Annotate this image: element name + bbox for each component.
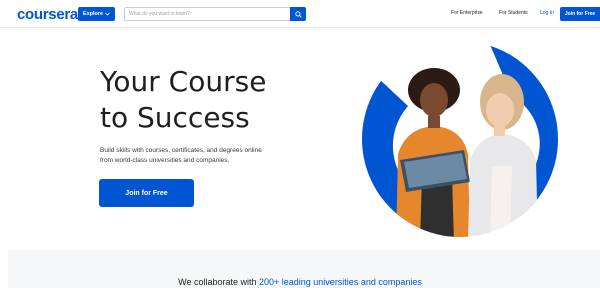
explore-button[interactable]: Explore [78, 7, 115, 21]
search-input[interactable] [129, 8, 287, 20]
search-box [124, 7, 290, 21]
login-link[interactable]: Log In [540, 10, 554, 16]
hero-title: Your Course to Success [100, 64, 266, 136]
join-for-free-header-button[interactable]: Join for Free [560, 7, 600, 21]
for-students-link[interactable]: For Students [499, 10, 528, 16]
hero-subtitle: Build skills with courses, certificates,… [100, 146, 310, 166]
search-icon [294, 10, 302, 18]
chevron-down-icon [105, 12, 110, 16]
coursera-logo[interactable]: coursera [17, 6, 78, 23]
hero-title-line-1: Your Course [100, 65, 267, 98]
page: coursera Explore For Enterprise For Stud… [0, 0, 600, 288]
for-enterprise-link[interactable]: For Enterprise [451, 10, 483, 16]
hero-title-line-2: to Success [100, 101, 250, 134]
hero-illustration [362, 41, 558, 237]
hero-subtitle-line-1: Build skills with courses, certificates,… [100, 147, 262, 154]
join-for-free-hero-button[interactable]: Join for Free [99, 179, 194, 207]
partners-heading: We collaborate with 200+ leading univers… [0, 277, 600, 287]
top-nav: coursera Explore For Enterprise For Stud… [0, 0, 600, 28]
hero-subtitle-line-2: from world-class universities and compan… [100, 157, 230, 164]
partners-highlight: 200+ leading universities and companies [259, 277, 422, 287]
search-button[interactable] [290, 7, 306, 21]
explore-label: Explore [82, 11, 104, 17]
partners-prefix: We collaborate with [178, 277, 259, 287]
